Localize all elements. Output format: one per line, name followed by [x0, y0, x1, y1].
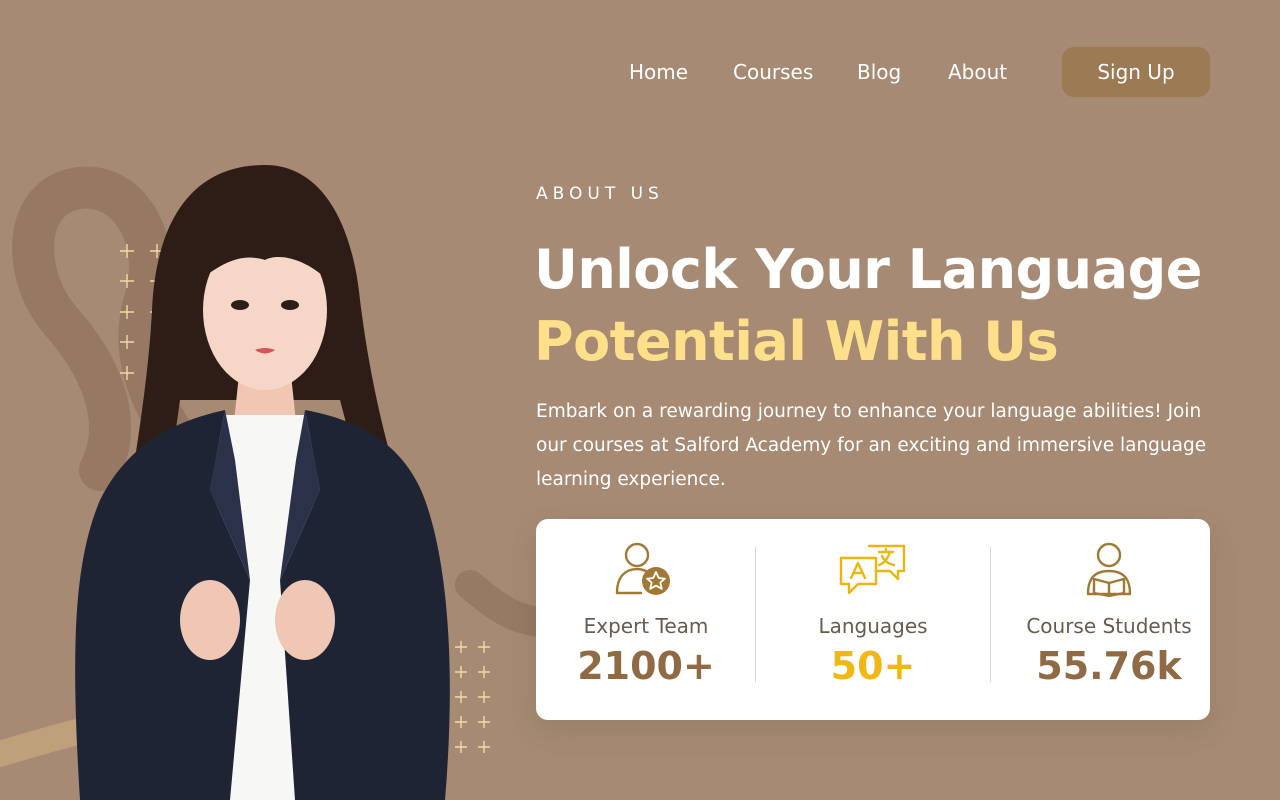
- hero-description: Embark on a rewarding journey to enhance…: [536, 401, 1207, 490]
- translate-chat-icon: [839, 544, 906, 595]
- stat-value: 2100+: [577, 644, 715, 688]
- nav-link-about[interactable]: About: [948, 60, 1007, 84]
- stat-languages: Languages 50+: [756, 519, 990, 720]
- stat-course-students: Course Students 55.76k: [990, 519, 1228, 720]
- top-navigation: Home Courses Blog About Sign Up: [0, 47, 1280, 97]
- stat-expert-team: Expert Team 2100+: [536, 519, 756, 720]
- nav-link-home[interactable]: Home: [629, 60, 688, 84]
- nav-link-blog[interactable]: Blog: [857, 60, 901, 84]
- stats-card: Expert Team 2100+ Languages 50+ Course S…: [536, 519, 1210, 720]
- section-eyebrow: ABOUT US: [536, 184, 664, 204]
- stat-value: 55.76k: [1036, 644, 1182, 688]
- nav-link-courses[interactable]: Courses: [733, 60, 813, 84]
- sign-up-button[interactable]: Sign Up: [1062, 47, 1210, 97]
- stat-label: Languages: [818, 614, 928, 638]
- teacher-portrait: [75, 165, 450, 800]
- hero-headline: Unlock Your Language Potential With Us: [534, 234, 1202, 378]
- student-reading-icon: [1086, 542, 1132, 598]
- hero-headline-line2: Potential With Us: [534, 310, 1059, 373]
- stat-label: Expert Team: [583, 614, 709, 638]
- stat-label: Course Students: [1026, 614, 1192, 638]
- stat-value: 50+: [830, 644, 916, 688]
- hero-headline-line1: Unlock Your Language: [534, 238, 1202, 301]
- user-star-icon: [615, 542, 670, 595]
